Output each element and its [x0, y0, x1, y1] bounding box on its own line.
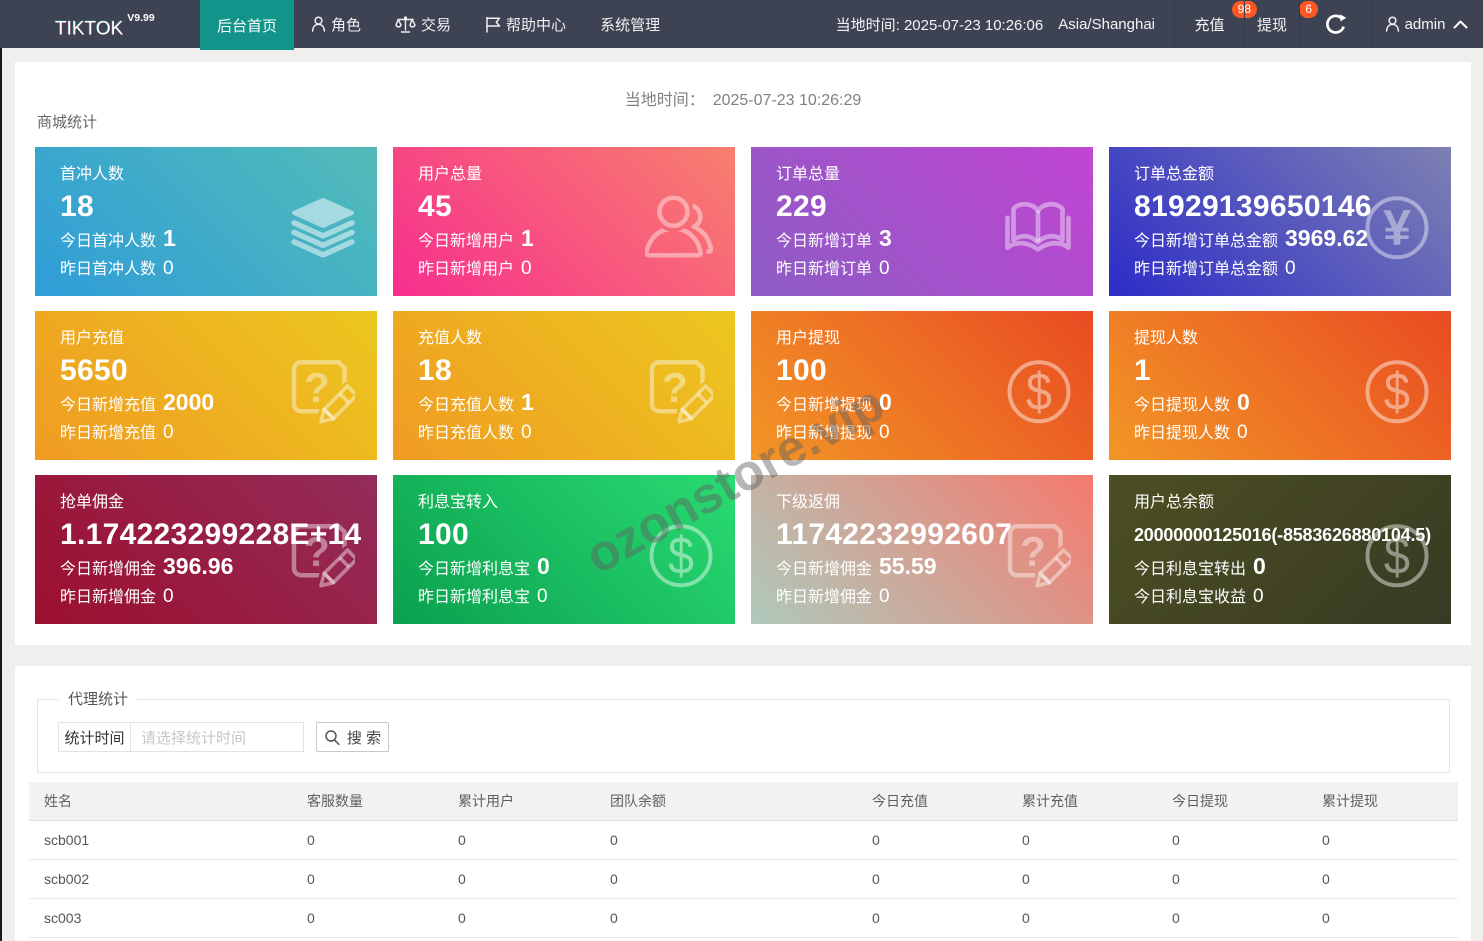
svg-text:¥: ¥ [1383, 199, 1411, 255]
